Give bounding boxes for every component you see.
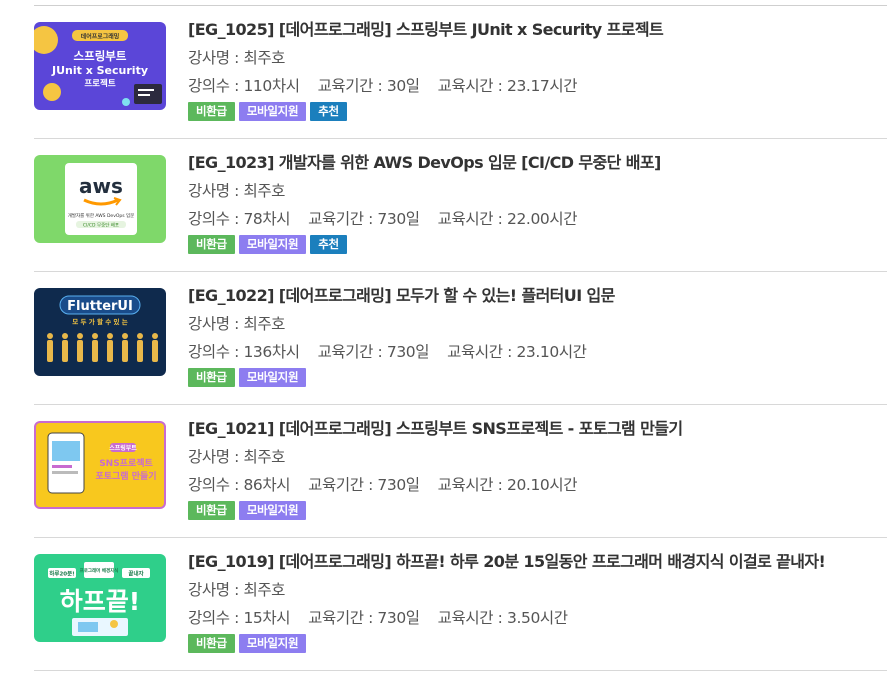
badge-mobile: 모바일지원 xyxy=(238,235,307,254)
course-thumbnail[interactable]: 데어프로그래밍 스프링부트 JUnit x Security 프로젝트 xyxy=(34,22,166,110)
course-item: aws 개발자를 위한 AWS DevOps 입문 CI/CD 무중단 배포 [… xyxy=(34,139,887,272)
thumb-text: 스프링부트 xyxy=(74,49,127,63)
course-item: FlutterUI 모 두 가 할 수 있 는 [EG_1022] [데어프로그… xyxy=(34,272,887,405)
lessons-count: 강의수 : 136차시 xyxy=(188,343,300,361)
badge-mobile: 모바일지원 xyxy=(238,634,307,653)
thumb-text: JUnit x Security xyxy=(51,64,148,77)
lessons-count: 강의수 : 110차시 xyxy=(188,77,300,95)
course-hours: 교육시간 : 20.10시간 xyxy=(437,476,578,494)
aws-logo-text: aws xyxy=(79,174,123,198)
course-thumbnail[interactable]: aws 개발자를 위한 AWS DevOps 입문 CI/CD 무중단 배포 xyxy=(34,155,166,243)
course-period: 교육기간 : 730일 xyxy=(317,343,430,361)
thumb-text: 프로그래머 배경지식 xyxy=(80,567,119,574)
course-item: 스프링부트 SNS프로젝트 포토그램 만들기 [EG_1021] [데어프로그래… xyxy=(34,405,887,538)
instructor: 강사명 : 최주호 xyxy=(188,182,286,200)
badge-mobile: 모바일지원 xyxy=(238,501,307,520)
thumb-text: 개발자를 위한 AWS DevOps 입문 xyxy=(68,212,135,219)
course-hours: 교육시간 : 3.50시간 xyxy=(437,609,568,627)
course-thumbnail[interactable]: 스프링부트 SNS프로젝트 포토그램 만들기 xyxy=(34,421,166,509)
instructor: 강사명 : 최주호 xyxy=(188,448,286,466)
badge-recommended: 추천 xyxy=(310,102,347,121)
course-meta: 강의수 : 86차시 교육기간 : 730일 교육시간 : 20.10시간 xyxy=(188,474,887,496)
instructor: 강사명 : 최주호 xyxy=(188,581,286,599)
course-title[interactable]: [EG_1022] [데어프로그래밍] 모두가 할 수 있는! 플러터UI 입문 xyxy=(188,285,887,307)
badge-recommended: 추천 xyxy=(310,235,347,254)
course-meta: 강의수 : 15차시 교육기간 : 730일 교육시간 : 3.50시간 xyxy=(188,607,887,629)
course-period: 교육기간 : 30일 xyxy=(317,77,421,95)
course-thumbnail[interactable]: FlutterUI 모 두 가 할 수 있 는 xyxy=(34,288,166,376)
thumb-text: 데어프로그래밍 xyxy=(81,33,120,41)
lessons-count: 강의수 : 86차시 xyxy=(188,476,291,494)
thumb-text: FlutterUI xyxy=(67,299,133,314)
badge-non-refund: 비환급 xyxy=(188,501,235,520)
badge-non-refund: 비환급 xyxy=(188,235,235,254)
course-meta: 강의수 : 110차시 교육기간 : 30일 교육시간 : 23.17시간 xyxy=(188,75,887,97)
thumb-text: CI/CD 무중단 배포 xyxy=(83,222,119,229)
instructor: 강사명 : 최주호 xyxy=(188,315,286,333)
lessons-count: 강의수 : 78차시 xyxy=(188,210,291,228)
lessons-count: 강의수 : 15차시 xyxy=(188,609,291,627)
course-title[interactable]: [EG_1023] 개발자를 위한 AWS DevOps 입문 [CI/CD 무… xyxy=(188,152,887,174)
instructor: 강사명 : 최주호 xyxy=(188,49,286,67)
thumb-text: 포토그램 만들기 xyxy=(95,470,156,482)
badge-mobile: 모바일지원 xyxy=(238,368,307,387)
course-title[interactable]: [EG_1025] [데어프로그래밍] 스프링부트 JUnit x Securi… xyxy=(188,19,887,41)
thumb-text: 스프링부트 xyxy=(109,444,137,452)
badge-mobile: 모바일지원 xyxy=(238,102,307,121)
thumb-text: 하루20분! xyxy=(49,570,74,578)
course-title[interactable]: [EG_1021] [데어프로그래밍] 스프링부트 SNS프로젝트 - 포토그램… xyxy=(188,418,887,440)
course-list: 데어프로그래밍 스프링부트 JUnit x Security 프로젝트 [EG_… xyxy=(34,5,887,671)
thumb-text: 하프끝! xyxy=(60,587,140,616)
thumb-text: SNS프로젝트 xyxy=(99,457,153,469)
course-title[interactable]: [EG_1019] [데어프로그래밍] 하프끝! 하루 20분 15일동안 프로… xyxy=(188,551,887,573)
course-item: 하루20분! 프로그래머 배경지식 끝내자 하프끝! [EG_1019] [데어… xyxy=(34,538,887,671)
thumb-text: 모 두 가 할 수 있 는 xyxy=(72,317,127,326)
badge-non-refund: 비환급 xyxy=(188,368,235,387)
badge-non-refund: 비환급 xyxy=(188,102,235,121)
course-period: 교육기간 : 730일 xyxy=(308,210,420,228)
course-period: 교육기간 : 730일 xyxy=(308,476,420,494)
course-meta: 강의수 : 136차시 교육기간 : 730일 교육시간 : 23.10시간 xyxy=(188,341,887,363)
thumb-text: 프로젝트 xyxy=(84,78,115,89)
course-item: 데어프로그래밍 스프링부트 JUnit x Security 프로젝트 [EG_… xyxy=(34,6,887,139)
badge-non-refund: 비환급 xyxy=(188,634,235,653)
course-thumbnail[interactable]: 하루20분! 프로그래머 배경지식 끝내자 하프끝! xyxy=(34,554,166,642)
course-hours: 교육시간 : 23.17시간 xyxy=(437,77,578,95)
course-period: 교육기간 : 730일 xyxy=(308,609,420,627)
course-meta: 강의수 : 78차시 교육기간 : 730일 교육시간 : 22.00시간 xyxy=(188,208,887,230)
course-hours: 교육시간 : 23.10시간 xyxy=(447,343,587,361)
thumb-text: 끝내자 xyxy=(128,570,144,578)
course-hours: 교육시간 : 22.00시간 xyxy=(437,210,578,228)
